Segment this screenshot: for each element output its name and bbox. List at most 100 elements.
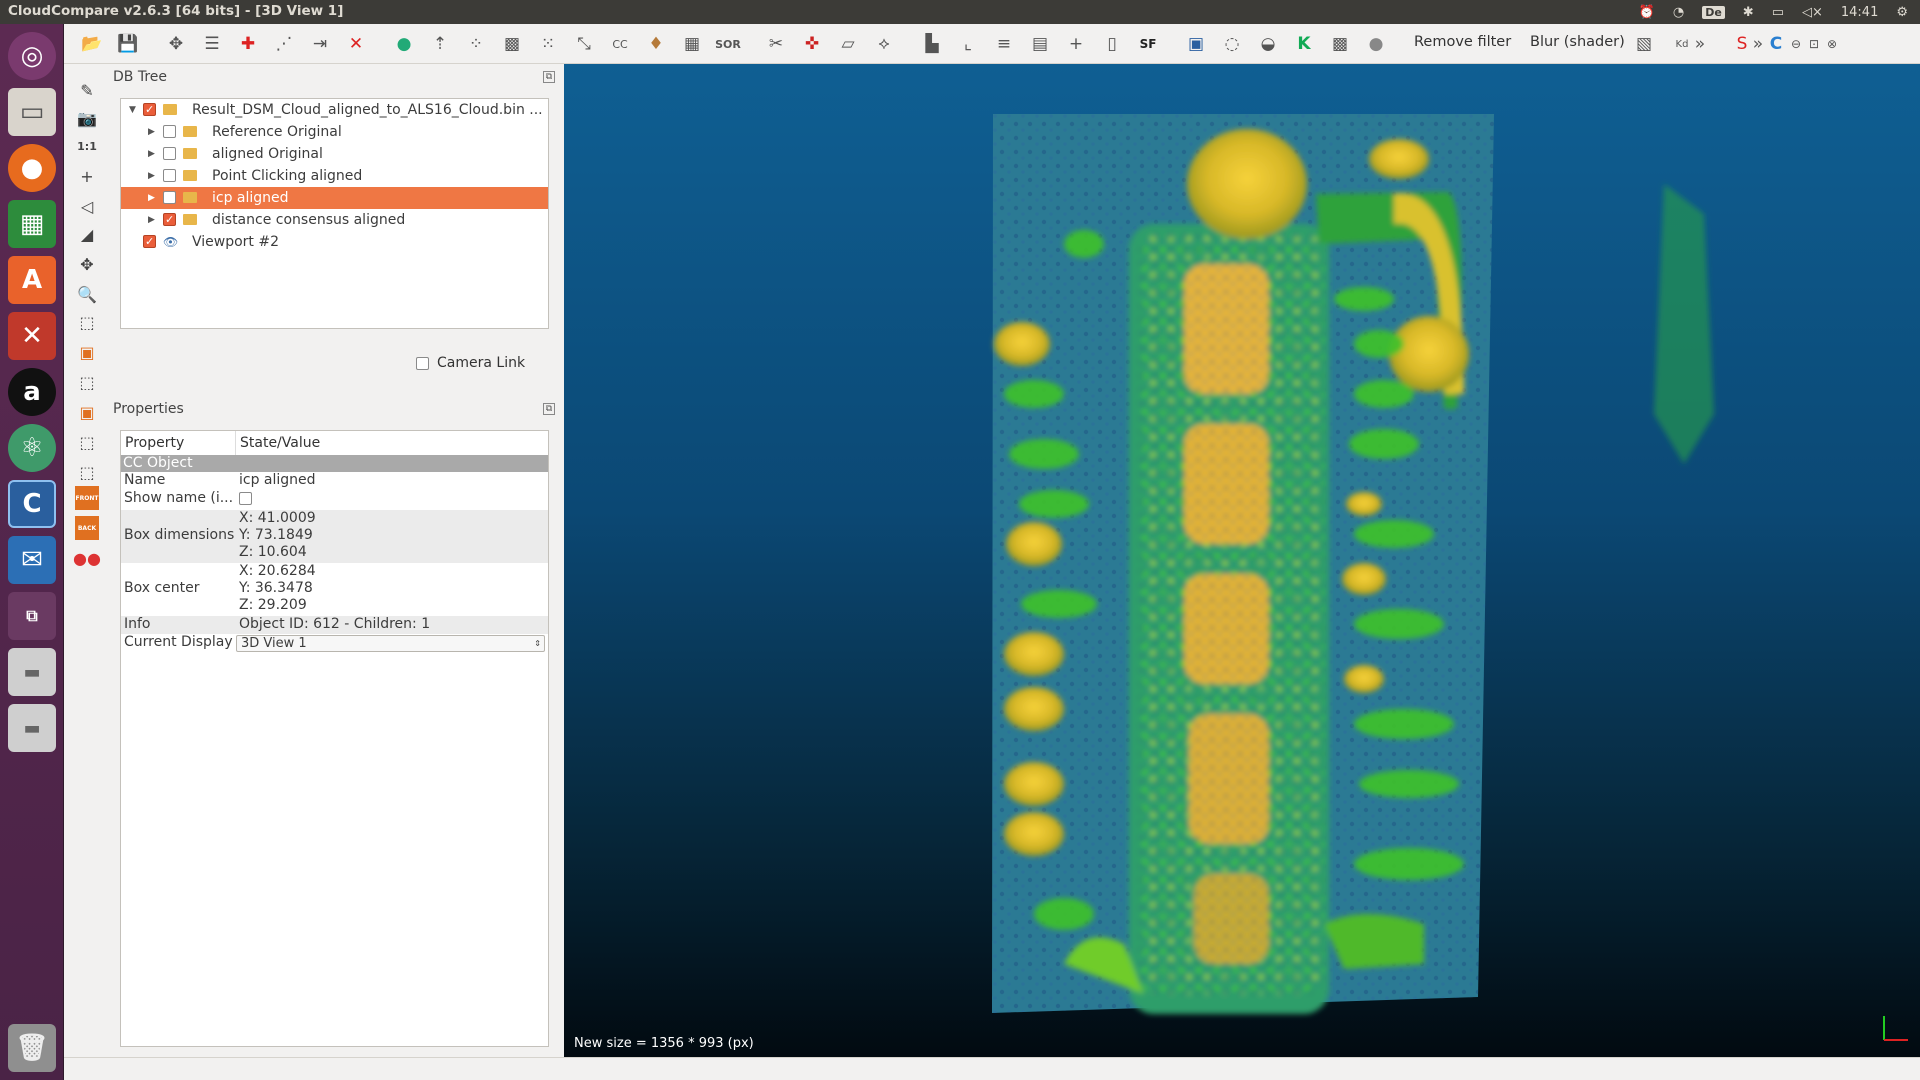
drive-icon[interactable]: ▬ [8,648,56,696]
camera-link-option[interactable]: Camera Link [416,355,525,371]
clone-icon[interactable]: ✥ [164,32,188,56]
translate-icon[interactable]: ⇥ [308,32,332,56]
expand-arrow-icon[interactable]: ▶ [148,165,155,187]
bluetooth-icon[interactable]: ✱ [1743,5,1754,20]
clock[interactable]: 14:41 [1841,5,1878,20]
blur-shader-button[interactable]: Blur (shader) [1530,34,1625,50]
spreadsheet-icon[interactable]: ▦ [8,200,56,248]
point-pick-icon[interactable]: ✚ [236,32,260,56]
trash-icon[interactable]: 🗑 [8,1024,56,1072]
gear-icon[interactable]: ⚙ [1896,5,1908,20]
swirl-icon[interactable]: ◌ [1220,32,1244,56]
expand-arrow-icon[interactable]: ▼ [129,99,136,121]
list-icon[interactable]: ☰ [200,32,224,56]
hdr-icon[interactable]: ◒ [1256,32,1280,56]
tree-item-aligned-original[interactable]: ▶ aligned Original [121,143,548,165]
crosshair-icon[interactable]: + [75,164,99,188]
software-center-icon[interactable]: A [8,256,56,304]
calculator-icon[interactable]: ▯ [1100,32,1124,56]
volume-icon[interactable]: ◁× [1802,5,1823,20]
color-icon[interactable]: ● [392,32,416,56]
overflow-icon[interactable]: » [1746,32,1770,56]
files-icon[interactable]: ▭ [8,88,56,136]
pick-icon[interactable]: ✎ [75,78,99,102]
tree-item-root[interactable]: ▼ Result_DSM_Cloud_aligned_to_ALS16_Clou… [121,99,548,121]
add-icon[interactable]: + [1064,32,1088,56]
register-icon[interactable]: ⟡ [872,32,896,56]
alarm-icon[interactable]: ⏰ [1639,5,1655,20]
checker-icon[interactable]: ▦ [680,32,704,56]
plot-icon[interactable]: ⌞ [956,32,980,56]
close-icon[interactable]: ⊗ [1820,32,1844,56]
expand-arrow-icon[interactable]: ▶ [148,209,155,231]
visibility-checkbox[interactable] [163,125,176,138]
perspective-icon[interactable]: ◢ [75,222,99,246]
visibility-checkbox[interactable] [163,147,176,160]
firefox-icon[interactable]: ● [8,144,56,192]
expand-arrow-icon[interactable]: ▶ [148,143,155,165]
stereo-icon[interactable]: ●● [73,546,101,570]
kinect-icon[interactable]: K [1292,32,1316,56]
workspace-switcher-icon[interactable]: ⧉ [8,592,56,640]
value-column-header[interactable]: State/Value [236,431,548,455]
shader-icon[interactable]: ▧ [1632,32,1656,56]
segment-icon[interactable]: ⤡ [572,32,596,56]
max-icon[interactable]: ≡ [992,32,1016,56]
visibility-checkbox[interactable] [143,99,156,121]
sphere-icon[interactable]: ● [1364,32,1388,56]
properties-float-button[interactable]: ⧉ [543,403,555,415]
mesh-icon[interactable]: ♦ [644,32,668,56]
zoom-icon[interactable]: 🔍 [75,282,99,306]
thunderbird-icon[interactable]: ✉ [8,536,56,584]
noise-icon[interactable]: ⁙ [536,32,560,56]
plane-icon[interactable]: ▱ [836,32,860,56]
ubuntu-dash-icon[interactable]: ◎ [8,32,56,80]
normals-icon[interactable]: ⇡ [428,32,452,56]
visibility-checkbox[interactable] [163,209,176,231]
merge-icon[interactable]: ⋰ [272,32,296,56]
amazon-icon[interactable]: a [8,368,56,416]
atom-icon[interactable]: ⚛ [8,424,56,472]
back-view-icon[interactable]: ▣ [75,400,99,424]
tree-item-point-clicking[interactable]: ▶ Point Clicking aligned [121,165,548,187]
sample-icon[interactable]: ⁘ [464,32,488,56]
current-display-select[interactable]: 3D View 1 ⇕ [236,635,545,652]
pan-icon[interactable]: ✥ [75,252,99,276]
open-icon[interactable]: 📂 [80,32,104,56]
save-icon[interactable]: 💾 [116,32,140,56]
expand-arrow-icon[interactable]: ▶ [148,121,155,143]
keyboard-layout-indicator[interactable]: De [1702,5,1725,19]
front-view-icon[interactable]: ▣ [75,340,99,364]
left-view-icon[interactable]: ⬚ [75,370,99,394]
tree-item-distance-consensus[interactable]: ▶ distance consensus aligned [121,209,548,231]
settings-icon[interactable]: ✕ [8,312,56,360]
histogram-icon[interactable]: ▙ [920,32,944,56]
dbtree-float-button[interactable]: ⧉ [543,71,555,83]
camera-icon[interactable]: 📷 [75,106,99,130]
scalar-field-icon[interactable]: SF [1136,32,1160,56]
tree-item-icp-aligned[interactable]: ▶ icp aligned [121,187,548,209]
rotate-icon[interactable]: ◁ [75,194,99,218]
zoom-1to1-icon[interactable]: 1:1 [75,134,99,158]
cloudcompare-icon[interactable]: C [8,480,56,528]
tree-item-viewport[interactable]: 👁 Viewport #2 [121,231,548,253]
connected-components-icon[interactable]: CC [608,32,632,56]
table-icon[interactable]: ▤ [1028,32,1052,56]
move-icon[interactable]: ✜ [800,32,824,56]
delete-icon[interactable]: ✕ [344,32,368,56]
wifi-icon[interactable]: ◔ [1673,5,1684,20]
image-icon[interactable]: ▣ [1184,32,1208,56]
camera-link-checkbox[interactable] [416,357,429,370]
visibility-checkbox[interactable] [163,191,176,204]
drive-icon[interactable]: ▬ [8,704,56,752]
bottom-view-icon[interactable]: ⬚ [75,460,99,484]
subsample-icon[interactable]: ▩ [500,32,524,56]
battery-icon[interactable]: ▭ [1772,5,1784,20]
visibility-checkbox[interactable] [143,231,156,253]
back-cube-icon[interactable]: BACK [75,516,99,540]
scissors-icon[interactable]: ✂ [764,32,788,56]
top-view-icon[interactable]: ⬚ [75,310,99,334]
overflow-icon[interactable]: » [1688,32,1712,56]
show-name-checkbox[interactable] [239,492,252,505]
visibility-checkbox[interactable] [163,169,176,182]
